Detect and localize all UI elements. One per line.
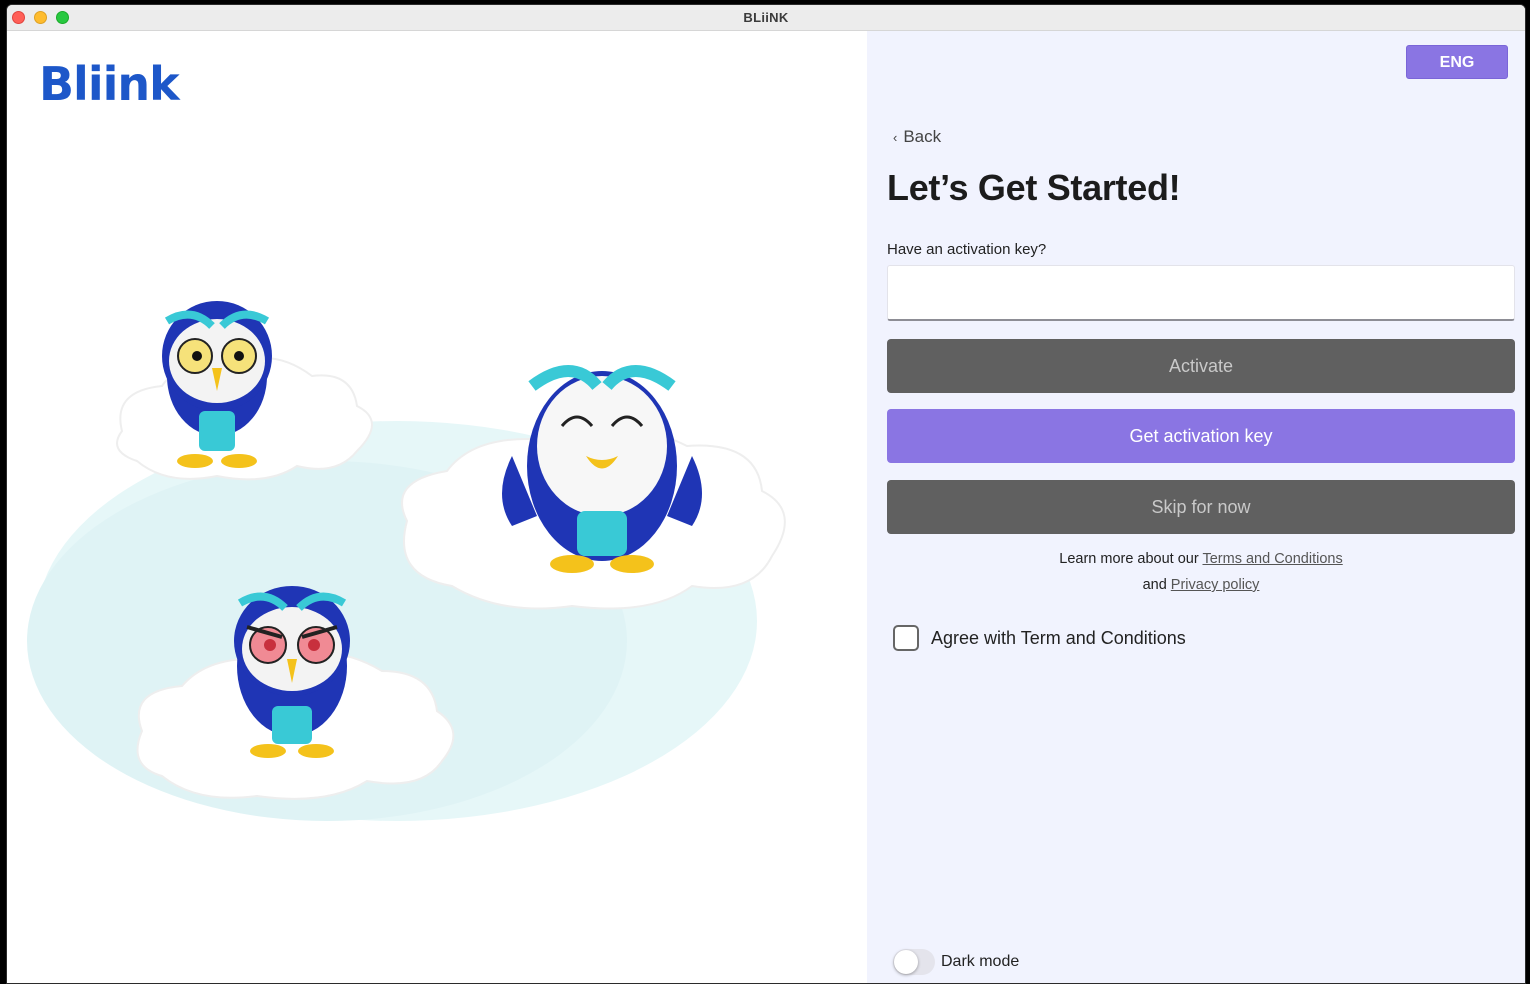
dark-mode-row: Dark mode (893, 949, 1019, 975)
skip-for-now-button[interactable]: Skip for now (887, 480, 1515, 534)
legal-text: Learn more about our Terms and Condition… (887, 551, 1515, 567)
agree-terms-checkbox[interactable] (893, 625, 919, 651)
activation-key-label: Have an activation key? (887, 241, 1047, 258)
owls-illustration (27, 301, 786, 821)
window-title: BLiiNK (743, 10, 789, 25)
back-label: Back (903, 127, 942, 146)
back-button[interactable]: ‹ Back (893, 127, 941, 147)
dark-mode-toggle[interactable] (893, 949, 935, 975)
agree-terms-label: Agree with Term and Conditions (931, 627, 1186, 648)
bliink-logo: Bliink (39, 57, 180, 111)
activation-pane: ENG ‹ Back Let’s Get Started! Have an ac… (867, 31, 1525, 983)
get-activation-key-button[interactable]: Get activation key (887, 409, 1515, 463)
page-title: Let’s Get Started! (887, 167, 1181, 208)
activation-key-input[interactable] (887, 265, 1515, 321)
illustration-pane: Bliink (7, 31, 867, 983)
agree-terms-row[interactable]: Agree with Term and Conditions (893, 625, 1186, 651)
title-bar: BLiiNK (7, 5, 1525, 31)
toggle-knob (894, 950, 918, 974)
legal-text-2: and Privacy policy (887, 577, 1515, 593)
activate-button[interactable]: Activate (887, 339, 1515, 393)
chevron-left-icon: ‹ (893, 129, 898, 145)
app-window: BLiiNK Bliink ENG ‹ Back Let’s Get Start… (6, 4, 1526, 984)
privacy-link[interactable]: Privacy policy (1171, 577, 1260, 593)
language-selector[interactable]: ENG (1406, 45, 1508, 79)
terms-link[interactable]: Terms and Conditions (1202, 551, 1342, 567)
cloud-icon (27, 357, 786, 821)
legal-prefix: Learn more about our (1059, 551, 1199, 567)
legal-and: and (1142, 577, 1167, 593)
dark-mode-label: Dark mode (941, 953, 1020, 970)
